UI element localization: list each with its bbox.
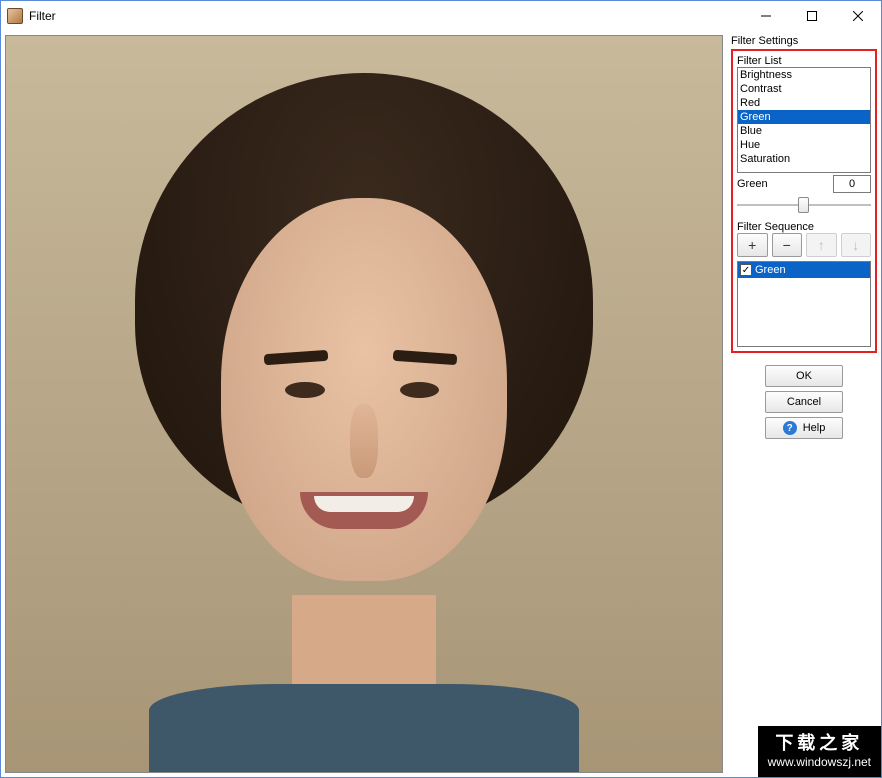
cancel-button[interactable]: Cancel — [765, 391, 843, 413]
watermark-url: www.windowszj.net — [768, 755, 871, 771]
minimize-button[interactable] — [743, 1, 789, 31]
value-slider[interactable] — [737, 195, 871, 215]
close-button[interactable] — [835, 1, 881, 31]
arrow-down-icon: ↓ — [852, 237, 859, 253]
sequence-item-green[interactable]: ✓Green — [738, 262, 870, 278]
highlighted-region: Filter List BrightnessContrastRedGreenBl… — [731, 49, 877, 353]
filter-item-saturation[interactable]: Saturation — [738, 152, 870, 166]
arrow-up-icon: ↑ — [818, 237, 825, 253]
side-panel: Filter Settings Filter List BrightnessCo… — [731, 35, 877, 773]
sequence-remove-button[interactable]: − — [772, 233, 803, 257]
watermark-title: 下载之家 — [768, 732, 871, 755]
app-icon — [7, 8, 23, 24]
help-icon: ? — [783, 421, 797, 435]
preview-image — [5, 35, 723, 773]
filter-item-green[interactable]: Green — [738, 110, 870, 124]
ok-button[interactable]: OK — [765, 365, 843, 387]
help-button[interactable]: ? Help — [765, 417, 843, 439]
filter-item-hue[interactable]: Hue — [738, 138, 870, 152]
filter-item-brightness[interactable]: Brightness — [738, 68, 870, 82]
sequence-listbox[interactable]: ✓Green — [737, 261, 871, 347]
sequence-move-up-button[interactable]: ↑ — [806, 233, 837, 257]
value-field[interactable]: 0 — [833, 175, 871, 193]
sequence-item-checkbox[interactable]: ✓ — [740, 264, 752, 276]
filter-item-blue[interactable]: Blue — [738, 124, 870, 138]
slider-thumb[interactable] — [798, 197, 809, 213]
watermark: 下载之家 www.windowszj.net — [758, 726, 881, 777]
filter-item-red[interactable]: Red — [738, 96, 870, 110]
filter-dialog-window: Filter Filter Settings — [0, 0, 882, 778]
plus-icon: + — [748, 237, 756, 253]
filter-settings-label: Filter Settings — [731, 35, 877, 47]
window-controls — [743, 1, 881, 31]
maximize-button[interactable] — [789, 1, 835, 31]
sequence-item-label: Green — [755, 264, 786, 276]
filter-sequence-label: Filter Sequence — [737, 221, 871, 233]
filter-listbox[interactable]: BrightnessContrastRedGreenBlueHueSaturat… — [737, 67, 871, 173]
filter-list-label: Filter List — [737, 55, 871, 67]
value-label: Green — [737, 178, 768, 190]
filter-item-contrast[interactable]: Contrast — [738, 82, 870, 96]
sequence-move-down-button[interactable]: ↓ — [841, 233, 872, 257]
window-title: Filter — [29, 9, 743, 23]
sequence-add-button[interactable]: + — [737, 233, 768, 257]
titlebar[interactable]: Filter — [1, 1, 881, 31]
minus-icon: − — [783, 237, 791, 253]
